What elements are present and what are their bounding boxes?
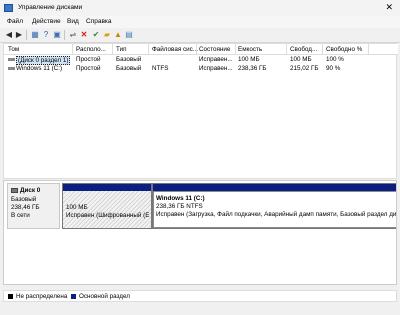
folder-icon[interactable]: ▰ <box>103 31 111 39</box>
partition-size: 100 МБ <box>66 204 88 211</box>
menu-view[interactable]: Вид <box>67 18 79 25</box>
column-separator <box>322 44 323 54</box>
partition-title: Windows 11 (C:) <box>156 195 205 202</box>
primary-partition-swatch <box>71 294 76 299</box>
legend: Не распределена Основной раздел <box>3 290 397 302</box>
column-separator <box>368 44 369 54</box>
column-header[interactable]: Свободно % <box>326 46 362 53</box>
partition-efi[interactable]: 100 МБ Исправен (Шифрованный (E <box>62 183 152 229</box>
grid-icon[interactable]: ▦ <box>31 31 39 39</box>
column-separator <box>112 44 113 54</box>
table-cell: Исправен... <box>199 56 233 63</box>
close-icon[interactable]: ✕ <box>385 2 393 13</box>
disk-size: 238,46 ГБ <box>11 204 40 211</box>
menu-file[interactable]: Файл <box>7 18 23 25</box>
title-bar: Управление дисками ✕ <box>0 0 400 16</box>
column-header[interactable]: Состояние <box>199 46 230 53</box>
column-separator <box>235 44 236 54</box>
partition-bar <box>63 184 151 191</box>
partition-bar <box>153 184 396 191</box>
column-header[interactable]: Свобод... <box>290 46 317 53</box>
table-cell: Простой <box>76 56 101 63</box>
partition-size: 238,36 ГБ NTFS <box>156 203 203 210</box>
help-icon[interactable]: ? <box>42 31 50 39</box>
check-icon[interactable]: ✔ <box>92 31 100 39</box>
table-cell: 100 % <box>326 56 344 63</box>
window-title: Управление дисками <box>18 4 83 11</box>
toolbar-separator <box>64 30 65 40</box>
table-cell: NTFS <box>152 65 169 72</box>
column-separator <box>196 44 197 54</box>
volume-icon <box>8 67 15 70</box>
column-header[interactable]: Емкость <box>238 46 262 53</box>
table-cell: 100 МБ <box>290 56 312 63</box>
table-cell: Базовый <box>116 65 142 72</box>
status-bar <box>0 303 400 315</box>
table-cell: 90 % <box>326 65 341 72</box>
table-row[interactable]: Windows 11 (C:) Простой Базовый NTFS Исп… <box>4 64 398 72</box>
table-cell: 238,36 ГБ <box>238 65 267 72</box>
volume-icon <box>8 58 15 61</box>
legend-label: Основной раздел <box>79 293 130 300</box>
properties-icon[interactable]: ▣ <box>53 31 61 39</box>
disk-icon <box>11 188 18 193</box>
toolbar-separator <box>26 30 27 40</box>
table-cell: 100 МБ <box>238 56 260 63</box>
disk-type: Базовый <box>11 196 37 203</box>
column-separator <box>148 44 149 54</box>
volume-table: Том Располо... Тип Файловая сис... Состо… <box>3 43 398 179</box>
menu-action[interactable]: Действие <box>32 18 61 25</box>
table-header: Том Располо... Тип Файловая сис... Состо… <box>4 44 398 55</box>
disk-label[interactable]: Диск 0 Базовый 238,46 ГБ В сети <box>7 183 60 229</box>
column-separator <box>286 44 287 54</box>
menu-help[interactable]: Справка <box>86 18 112 25</box>
delete-icon[interactable]: ✕ <box>80 31 88 39</box>
new-icon[interactable]: ▤ <box>125 31 133 39</box>
partition-status: Исправен (Загрузка, Файл подкачки, Авари… <box>156 211 397 218</box>
connect-icon[interactable]: ⇌ <box>69 31 77 39</box>
column-header[interactable]: Располо... <box>76 46 106 53</box>
disk-status: В сети <box>11 212 30 219</box>
disk-graph-view: Диск 0 Базовый 238,46 ГБ В сети 100 МБ И… <box>3 180 397 285</box>
table-row[interactable]: (Диск 0 раздел 1) Простой Базовый Исправ… <box>4 55 398 65</box>
table-cell: Исправен... <box>199 65 233 72</box>
legend-label: Не распределена <box>16 293 68 300</box>
table-cell: Простой <box>76 65 101 72</box>
column-header[interactable]: Файловая сис... <box>152 46 198 53</box>
unallocated-swatch <box>8 294 13 299</box>
back-icon[interactable]: ◀ <box>5 31 13 39</box>
column-header[interactable]: Тип <box>116 46 127 53</box>
disk-management-icon <box>4 4 13 12</box>
table-cell[interactable]: Windows 11 (C:) <box>16 65 62 72</box>
forward-icon[interactable]: ▶ <box>15 31 23 39</box>
column-separator <box>72 44 73 54</box>
partition-status: Исправен (Шифрованный (E <box>66 212 150 219</box>
table-cell: 215,02 ГБ <box>290 65 319 72</box>
table-cell: Базовый <box>116 56 142 63</box>
column-header[interactable]: Том <box>8 46 19 53</box>
disk-name: Диск 0 <box>20 187 41 194</box>
partition-windows[interactable]: Windows 11 (C:) 238,36 ГБ NTFS Исправен … <box>152 183 397 229</box>
up-icon[interactable]: ▲ <box>114 31 122 39</box>
